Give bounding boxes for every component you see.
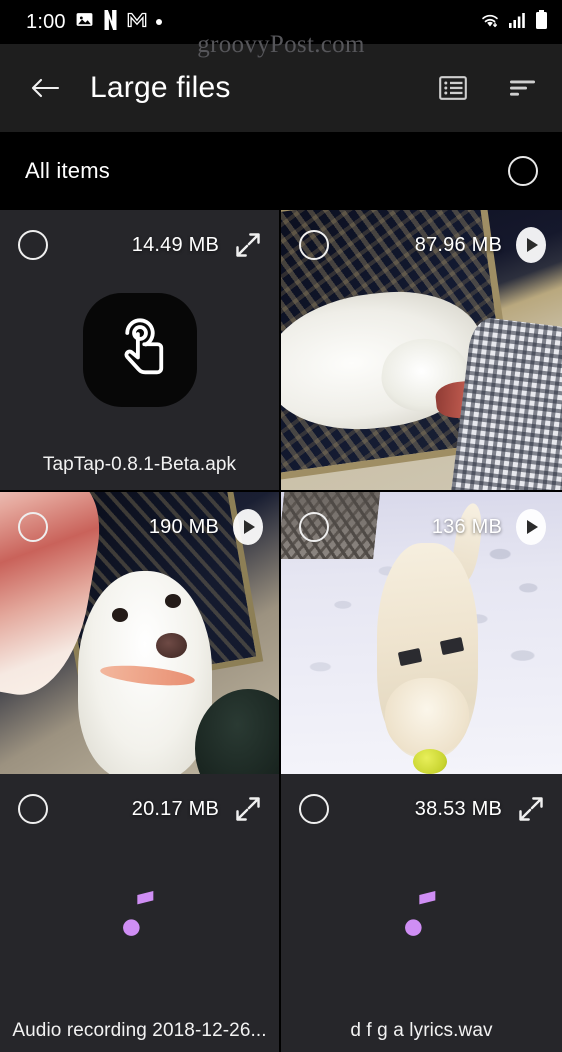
tile-top-bar: 38.53 MB xyxy=(281,774,562,844)
tap-gesture-icon xyxy=(82,293,197,407)
tile-top-bar: 136 MB xyxy=(281,492,562,562)
file-checkbox[interactable] xyxy=(299,794,329,824)
tile-top-bar: 190 MB xyxy=(0,492,279,562)
play-button[interactable] xyxy=(516,509,546,545)
file-grid: 14.49 MB TapTap-0.8.1-Beta.apk 87.96 MB xyxy=(0,210,562,1052)
play-icon xyxy=(516,227,546,263)
status-bar-right xyxy=(479,9,548,35)
file-name: Audio recording 2018-12-26... xyxy=(12,1020,267,1041)
file-tile-audio-wav[interactable]: 38.53 MB d f g a lyrics.wav xyxy=(281,774,562,1052)
file-size: 14.49 MB xyxy=(131,233,219,256)
file-size: 136 MB xyxy=(431,515,502,538)
expand-button[interactable] xyxy=(233,230,263,260)
thumbnail-dog-eye-right xyxy=(164,593,182,608)
expand-icon xyxy=(236,233,260,257)
file-checkbox[interactable] xyxy=(18,512,48,542)
file-tile-video-dog-rug[interactable]: 87.96 MB xyxy=(281,210,562,490)
app-bar-actions xyxy=(436,71,540,105)
status-bar: 1:00 xyxy=(0,0,562,44)
thumbnail-tennis-ball xyxy=(413,748,447,774)
tile-top-bar: 14.49 MB xyxy=(0,210,279,280)
file-name: d f g a lyrics.wav xyxy=(350,1020,493,1041)
list-view-icon xyxy=(439,76,467,100)
file-tile-audio-recording[interactable]: 20.17 MB Audio recording 2018-12-26... xyxy=(0,774,279,1052)
list-view-button[interactable] xyxy=(436,71,470,105)
thumbnail-dog-head xyxy=(384,678,470,758)
expand-icon xyxy=(519,797,543,821)
section-header-all-items: All items xyxy=(0,132,562,210)
play-button[interactable] xyxy=(516,227,546,263)
file-size: 38.53 MB xyxy=(414,797,502,820)
section-title: All items xyxy=(25,158,110,183)
tile-top-bar: 87.96 MB xyxy=(281,210,562,280)
play-icon xyxy=(516,509,546,545)
battery-icon xyxy=(535,9,548,35)
sort-button[interactable] xyxy=(506,71,540,105)
sort-icon xyxy=(510,80,535,96)
file-size: 190 MB xyxy=(148,515,219,538)
status-bar-left: 1:00 xyxy=(26,9,162,35)
file-checkbox[interactable] xyxy=(18,794,48,824)
expand-button[interactable] xyxy=(516,794,546,824)
wifi-icon xyxy=(479,11,501,34)
expand-icon xyxy=(236,797,260,821)
back-button[interactable] xyxy=(24,67,66,109)
dot-icon xyxy=(155,19,162,25)
file-tile-video-dog-closeup[interactable]: 190 MB xyxy=(0,492,279,774)
tile-top-bar: 20.17 MB xyxy=(0,774,279,844)
file-name: TapTap-0.8.1-Beta.apk xyxy=(42,454,237,475)
play-icon xyxy=(233,509,263,545)
select-all-checkbox[interactable] xyxy=(508,156,538,186)
status-bar-clock: 1:00 xyxy=(26,10,66,33)
phone-screen: 1:00 groovyPost.com Large files All item… xyxy=(0,0,562,1052)
expand-button[interactable] xyxy=(233,794,263,824)
music-note-icon xyxy=(122,891,153,936)
music-note-icon xyxy=(404,891,435,936)
file-checkbox[interactable] xyxy=(18,230,48,260)
back-arrow-icon xyxy=(31,78,60,98)
cellular-signal-icon xyxy=(508,11,528,34)
netflix-icon xyxy=(103,9,118,35)
file-tile-apk[interactable]: 14.49 MB TapTap-0.8.1-Beta.apk xyxy=(0,210,279,490)
file-tile-video-dog-snow[interactable]: 136 MB xyxy=(281,492,562,774)
image-icon xyxy=(75,10,94,34)
app-bar: groovyPost.com Large files xyxy=(0,31,562,132)
play-button[interactable] xyxy=(233,509,263,545)
file-checkbox[interactable] xyxy=(299,230,329,260)
file-checkbox[interactable] xyxy=(299,512,329,542)
thumbnail-dog-eye-left xyxy=(111,607,129,622)
page-title: Large files xyxy=(90,71,231,104)
gmail-icon xyxy=(127,12,147,33)
file-size: 87.96 MB xyxy=(414,233,502,256)
file-size: 20.17 MB xyxy=(131,797,219,820)
